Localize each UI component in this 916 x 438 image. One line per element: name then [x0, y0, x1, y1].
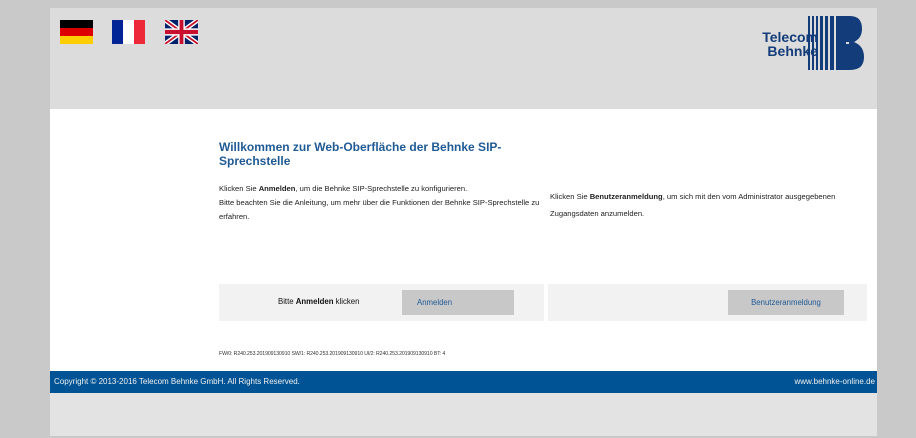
login-panel: Bitte Anmelden klicken Anmelden — [219, 284, 544, 321]
page-title: Willkommen zur Web-Oberfläche der Behnke… — [219, 140, 502, 168]
copyright-text: Copyright © 2013-2016 Telecom Behnke Gmb… — [54, 377, 300, 386]
login-button[interactable]: Anmelden — [402, 290, 514, 315]
intro-text: Klicken Sie Anmelden, um die Behnke SIP-… — [219, 182, 549, 224]
user-login-button[interactable]: Benutzeranmeldung — [728, 290, 844, 315]
main-content: Willkommen zur Web-Oberfläche der Behnke… — [50, 109, 877, 371]
telecom-behnke-logo-icon — [808, 16, 864, 70]
website-link[interactable]: www.behnke-online.de — [795, 377, 876, 386]
german-flag-icon[interactable] — [60, 20, 93, 44]
user-login-text: Klicken Sie Benutzeranmeldung, um sich m… — [550, 192, 836, 218]
header: Telecom Behnke — [50, 8, 877, 109]
user-login-panel: Benutzeranmeldung — [548, 284, 867, 321]
intro-paragraph-2: Bitte beachten Sie die Anleitung, um meh… — [219, 198, 540, 221]
intro-paragraph-1: Klicken Sie Anmelden, um die Behnke SIP-… — [219, 184, 468, 193]
login-prompt: Bitte Anmelden klicken — [278, 297, 360, 306]
french-flag-icon[interactable] — [112, 20, 145, 44]
uk-flag-icon[interactable] — [165, 20, 198, 44]
firmware-version: FW/0: R240.253.201909130910 SW/1: R240.2… — [219, 351, 446, 357]
footer: Copyright © 2013-2016 Telecom Behnke Gmb… — [50, 371, 877, 393]
page-container: Telecom Behnke Willkommen zur Web-Oberfl… — [50, 8, 877, 436]
